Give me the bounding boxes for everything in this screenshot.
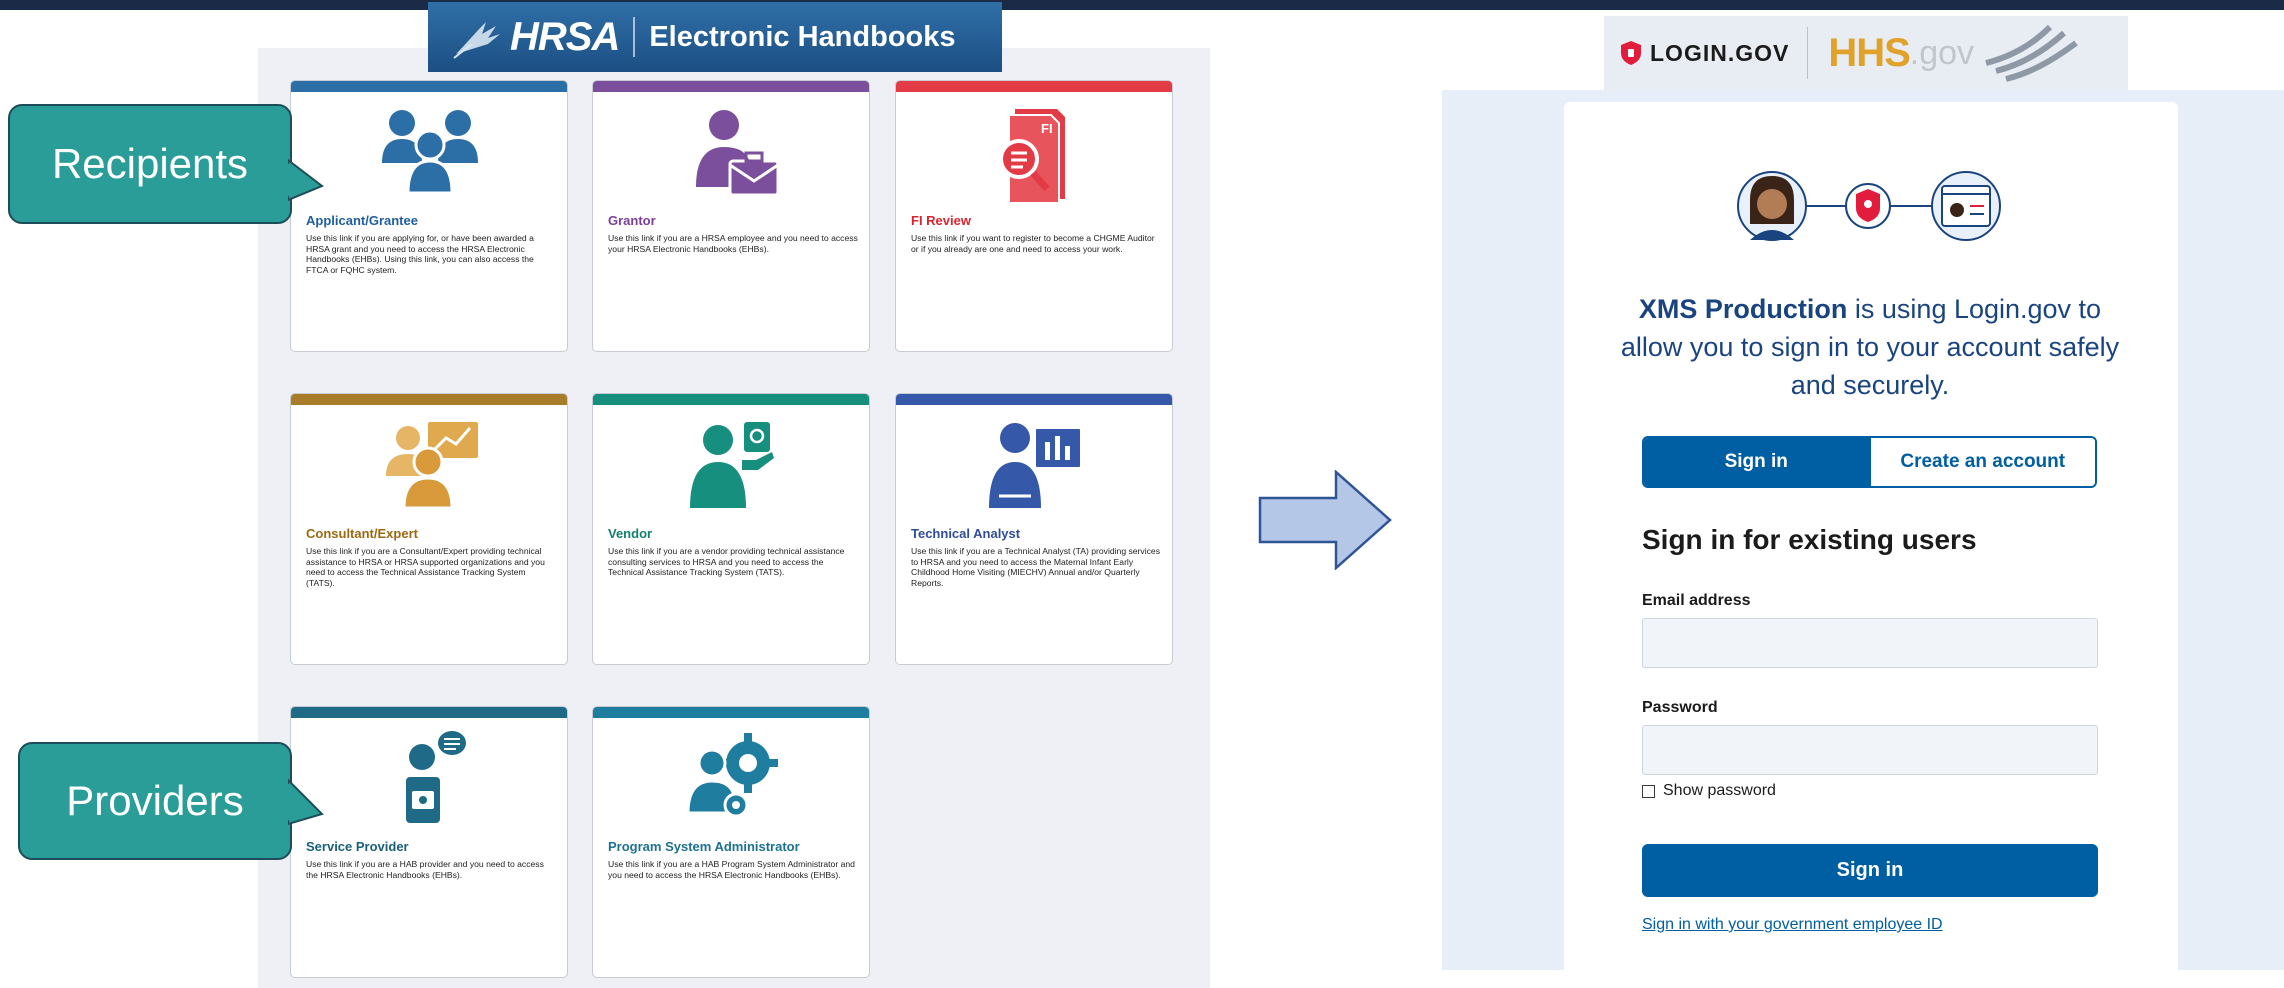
card-color-bar bbox=[896, 394, 1172, 405]
card-description: Use this link if you are a HAB provider … bbox=[306, 859, 544, 880]
card-description: Use this link if you want to register to… bbox=[911, 233, 1155, 254]
card-title: Technical Analyst bbox=[911, 526, 1021, 541]
card-title: Program System Administrator bbox=[608, 839, 800, 854]
email-field[interactable] bbox=[1642, 618, 2098, 668]
tab-sign-in[interactable]: Sign in bbox=[1644, 438, 1869, 486]
login-gov-logo: LOGIN.GOV bbox=[1620, 40, 1789, 67]
auth-tabs: Sign in Create an account bbox=[1642, 436, 2097, 488]
hhs-eagle-icon bbox=[453, 22, 500, 59]
card-color-bar bbox=[291, 394, 567, 405]
card-title: Grantor bbox=[608, 213, 656, 228]
hhs-eagle-icon bbox=[1985, 24, 2078, 82]
sign-in-heading: Sign in for existing users bbox=[1642, 524, 1977, 555]
show-password-label: Show password bbox=[1663, 782, 1776, 799]
role-card-consultant-expert[interactable]: Consultant/Expert Use this link if you a… bbox=[290, 393, 568, 665]
card-title: FI Review bbox=[911, 213, 971, 228]
card-title: Applicant/Grantee bbox=[306, 213, 418, 228]
hhs-logo-text: HHS bbox=[1828, 30, 1910, 75]
card-color-bar bbox=[896, 81, 1172, 92]
admin-gears-icon bbox=[686, 733, 778, 818]
identity-illustration-icon bbox=[1737, 171, 2001, 241]
password-label: Password bbox=[1642, 699, 1718, 716]
card-color-bar bbox=[593, 707, 869, 718]
top-banner bbox=[0, 0, 2284, 10]
card-title: Consultant/Expert bbox=[306, 526, 418, 541]
login-gov-text: LOGIN.GOV bbox=[1650, 39, 1790, 66]
card-color-bar bbox=[593, 394, 869, 405]
card-description: Use this link if you are a vendor provid… bbox=[608, 546, 845, 577]
people-group-icon bbox=[382, 110, 478, 195]
login-intro-text: XMS Production is using Login.gov to all… bbox=[1620, 290, 2120, 404]
recipients-callout: Recipients bbox=[8, 104, 292, 224]
card-description: Use this link if you are a Consultant/Ex… bbox=[306, 546, 545, 588]
card-title: Vendor bbox=[608, 526, 653, 541]
password-field[interactable] bbox=[1642, 725, 2098, 775]
card-color-bar bbox=[593, 81, 869, 92]
role-card-service-provider[interactable]: Service Provider Use this link if you ar… bbox=[290, 706, 568, 978]
role-card-fi-review[interactable]: FI FI Review Use this link if you want t… bbox=[895, 80, 1173, 352]
shield-icon bbox=[1621, 41, 1641, 65]
ehb-title: Electronic Handbooks bbox=[649, 20, 956, 53]
consultant-chart-icon bbox=[386, 422, 478, 510]
brand-bar: LOGIN.GOV HHS .gov bbox=[1604, 16, 2128, 90]
card-color-bar bbox=[291, 81, 567, 92]
document-magnifier-icon: FI bbox=[999, 109, 1065, 203]
callout-pointer bbox=[288, 158, 324, 202]
role-card-applicant-grantee[interactable]: Applicant/Grantee Use this link if you a… bbox=[290, 80, 568, 352]
card-description: Use this link if you are a Technical Ana… bbox=[911, 546, 1161, 588]
providers-callout: Providers bbox=[18, 742, 292, 860]
hhs-gov-suffix: .gov bbox=[1909, 33, 1975, 72]
role-card-grantor[interactable]: Grantor Use this link if you are a HRSA … bbox=[592, 80, 870, 352]
callout-pointer bbox=[288, 778, 324, 826]
brand-divider bbox=[1807, 27, 1809, 79]
service-provider-icon bbox=[406, 731, 466, 823]
role-card-vendor[interactable]: Vendor Use this link if you are a vendor… bbox=[592, 393, 870, 665]
card-description: Use this link if you are a HAB Program S… bbox=[608, 859, 855, 880]
card-title: Service Provider bbox=[306, 839, 409, 854]
vendor-person-icon bbox=[690, 422, 774, 508]
card-description: Use this link if you are applying for, o… bbox=[306, 233, 534, 275]
app-name: XMS Production bbox=[1638, 294, 1848, 324]
header-divider bbox=[633, 17, 636, 57]
person-briefcase-icon bbox=[696, 110, 780, 197]
card-color-bar bbox=[291, 707, 567, 718]
show-password-checkbox[interactable] bbox=[1642, 784, 1655, 798]
right-arrow-icon bbox=[1258, 470, 1392, 570]
card-description: Use this link if you are a HRSA employee… bbox=[608, 233, 858, 254]
role-card-technical-analyst[interactable]: Technical Analyst Use this link if you a… bbox=[895, 393, 1173, 665]
sign-in-button[interactable]: Sign in bbox=[1642, 844, 2098, 897]
government-employee-link[interactable]: Sign in with your government employee ID bbox=[1642, 916, 1943, 934]
analyst-screen-icon bbox=[989, 423, 1082, 508]
email-label: Email address bbox=[1642, 592, 1751, 609]
hrsa-logo-text: HRSA bbox=[510, 14, 620, 59]
svg-text:FI: FI bbox=[1041, 121, 1053, 136]
role-card-program-system-administrator[interactable]: Program System Administrator Use this li… bbox=[592, 706, 870, 978]
show-password-toggle[interactable]: Show password bbox=[1642, 782, 1776, 800]
tab-create-account[interactable]: Create an account bbox=[1868, 438, 2095, 486]
ehb-header: HRSA Electronic Handbooks bbox=[428, 2, 1002, 72]
